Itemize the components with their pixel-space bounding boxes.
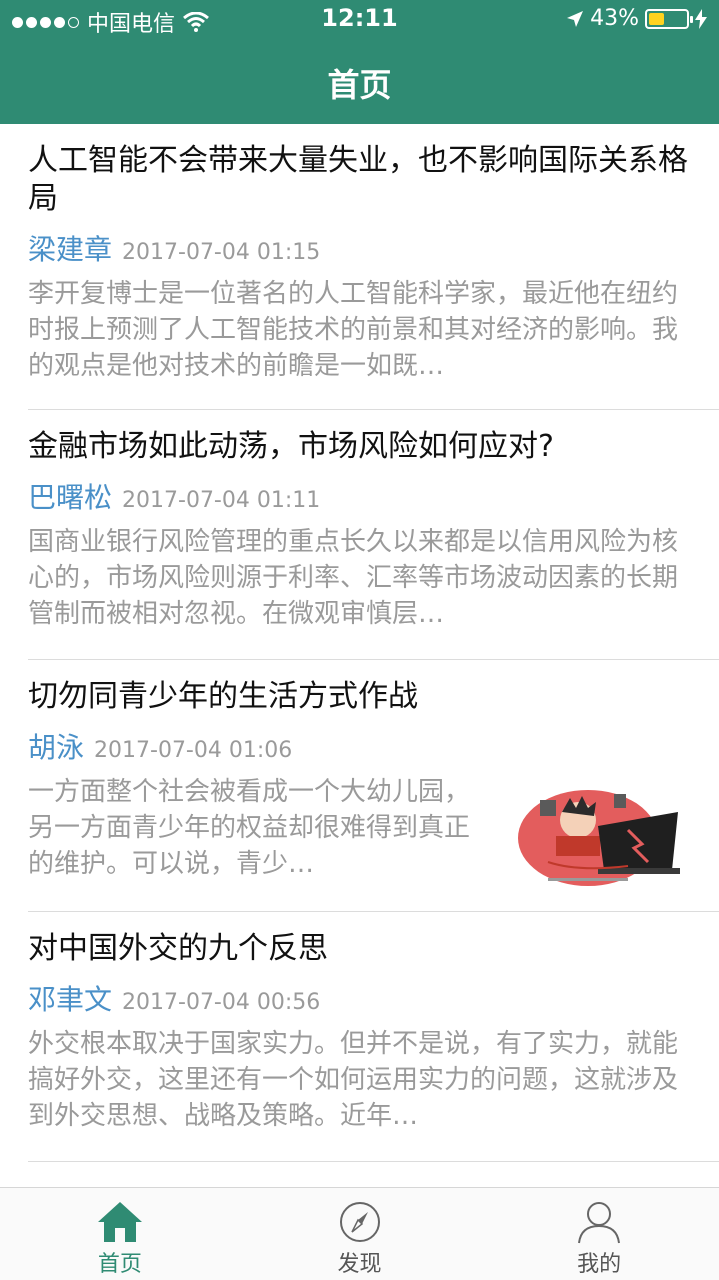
tab-profile[interactable]: 我的 (479, 1188, 719, 1280)
article-title[interactable]: 对中国外交的九个反思 (28, 930, 719, 968)
article-title[interactable]: 人工智能不会带来大量失业，也不影响国际关系格局 (28, 142, 719, 218)
article-author[interactable]: 胡泳 (28, 726, 84, 766)
article-date: 2017-07-04 01:06 (94, 738, 293, 763)
article-author[interactable]: 梁建章 (28, 228, 112, 268)
article-card[interactable]: 切勿同青少年的生活方式作战 胡泳 2017-07-04 01:06 一方面整个社… (28, 678, 719, 912)
article-author[interactable]: 巴曙松 (28, 476, 112, 516)
article-title[interactable]: 金融市场如此动荡，市场风险如何应对? (28, 428, 719, 466)
tab-label: 发现 (337, 1252, 382, 1277)
article-summary: 李开复博士是一位著名的人工智能科学家，最近他在纽约时报上预测了人工智能技术的前景… (28, 279, 679, 381)
article-card[interactable]: 对中国外交的九个反思 邓聿文 2017-07-04 00:56 外交根本取决于国… (28, 930, 719, 1162)
bottom-tab-bar: 首页 发现 我的 (0, 1187, 719, 1280)
battery-percentage: 43% (590, 6, 639, 31)
tab-label: 我的 (577, 1252, 622, 1277)
article-thumbnail[interactable] (518, 778, 684, 886)
battery-icon (645, 8, 693, 29)
app-header: 中国电信 12:11 43% 首页 (0, 0, 719, 124)
tab-discover[interactable]: 发现 (240, 1188, 480, 1280)
article-feed[interactable]: 人工智能不会带来大量失业，也不影响国际关系格局 梁建章 2017-07-04 0… (0, 124, 719, 1187)
article-card[interactable]: 人工智能不会带来大量失业，也不影响国际关系格局 梁建章 2017-07-04 0… (28, 142, 719, 410)
page-title: 首页 (327, 66, 392, 104)
location-arrow-icon (567, 10, 584, 27)
compass-icon (339, 1202, 380, 1242)
tab-home[interactable]: 首页 (0, 1188, 240, 1280)
article-date: 2017-07-04 01:15 (122, 240, 321, 265)
status-bar: 中国电信 12:11 43% (0, 0, 719, 40)
article-date: 2017-07-04 00:56 (122, 990, 321, 1015)
person-icon (578, 1202, 621, 1244)
article-summary: 一方面整个社会被看成一个大幼儿园，另一方面青少年的权益却很难得到真正的维护。可以… (28, 777, 471, 879)
article-title[interactable]: 切勿同青少年的生活方式作战 (28, 678, 719, 716)
article-card[interactable]: 金融市场如此动荡，市场风险如何应对? 巴曙松 2017-07-04 01:11 … (28, 428, 719, 660)
article-author[interactable]: 邓聿文 (28, 978, 112, 1018)
article-date: 2017-07-04 01:11 (122, 488, 321, 513)
article-summary: 国商业银行风险管理的重点长久以来都是以信用风险为核心的，市场风险则源于利率、汇率… (28, 527, 679, 629)
article-summary: 外交根本取决于国家实力。但并不是说，有了实力，就能搞好外交，这里还有一个如何运用… (28, 1029, 679, 1131)
charging-bolt-icon (695, 8, 707, 29)
home-icon (97, 1202, 142, 1242)
tab-label: 首页 (97, 1252, 142, 1277)
